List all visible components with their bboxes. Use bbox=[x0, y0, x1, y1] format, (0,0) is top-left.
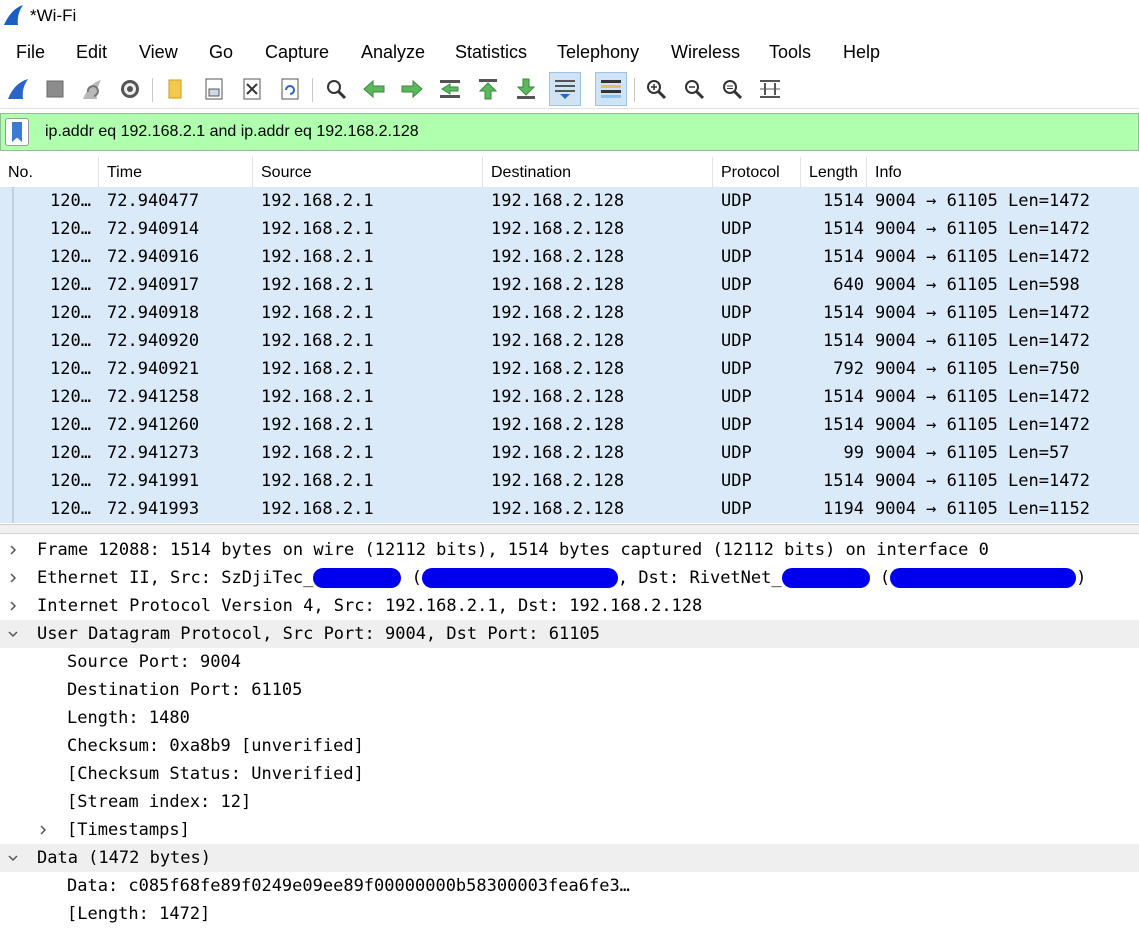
restart-capture-icon[interactable] bbox=[76, 72, 108, 106]
menu-tools[interactable]: Tools bbox=[769, 42, 811, 63]
packet-row[interactable]: 120… 72.940920 192.168.2.1 192.168.2.128 UDP… bbox=[0, 327, 1139, 355]
pane-splitter[interactable] bbox=[0, 524, 1139, 534]
chevron-down-icon[interactable] bbox=[5, 844, 21, 872]
redaction-mark bbox=[421, 568, 618, 588]
zoom-out-icon[interactable] bbox=[678, 72, 710, 106]
tree-item-udp[interactable]: User Datagram Protocol, Src Port: 9004, … bbox=[0, 620, 1139, 648]
packet-row[interactable]: 120… 72.940914 192.168.2.1 192.168.2.128 UDP… bbox=[0, 215, 1139, 243]
tree-item-field[interactable]: Data: c085f68fe89f0249e09ee89f00000000b5… bbox=[0, 872, 1139, 900]
chevron-right-icon[interactable] bbox=[35, 816, 51, 844]
column-header-protocol[interactable]: Protocol bbox=[713, 157, 801, 187]
packet-list-header: No. Time Source Destination Protocol Len… bbox=[0, 157, 1139, 188]
packet-list: 120… 72.940477 192.168.2.1 192.168.2.128 UDP… bbox=[0, 187, 1139, 523]
column-header-info[interactable]: Info bbox=[867, 157, 1139, 187]
menu-file[interactable]: File bbox=[16, 42, 45, 63]
chevron-down-icon[interactable] bbox=[5, 620, 21, 648]
column-header-destination[interactable]: Destination bbox=[483, 157, 713, 187]
packet-row[interactable]: 120… 72.941260 192.168.2.1 192.168.2.128 UDP… bbox=[0, 411, 1139, 439]
column-header-source[interactable]: Source bbox=[253, 157, 483, 187]
menu-analyze[interactable]: Analyze bbox=[361, 42, 425, 63]
packet-row[interactable]: 120… 72.940477 192.168.2.1 192.168.2.128 UDP… bbox=[0, 187, 1139, 215]
tree-item-field[interactable]: Destination Port: 61105 bbox=[0, 676, 1139, 704]
packet-row[interactable]: 120… 72.941993 192.168.2.1 192.168.2.128 UDP… bbox=[0, 495, 1139, 523]
menu-view[interactable]: View bbox=[139, 42, 178, 63]
colorize-icon[interactable] bbox=[595, 72, 627, 106]
display-filter-input[interactable] bbox=[37, 115, 1139, 149]
related-packets-bar bbox=[12, 187, 14, 523]
redaction-mark bbox=[313, 568, 402, 588]
shark-fin-start-icon[interactable] bbox=[2, 72, 34, 106]
resize-columns-icon[interactable] bbox=[754, 72, 786, 106]
save-file-icon[interactable] bbox=[198, 72, 230, 106]
tree-item-field[interactable]: [Length: 1472] bbox=[0, 900, 1139, 928]
tree-item-frame[interactable]: Frame 12088: 1514 bytes on wire (12112 b… bbox=[0, 536, 1139, 564]
menu-help[interactable]: Help bbox=[843, 42, 880, 63]
open-file-icon[interactable] bbox=[160, 72, 192, 106]
find-packet-icon[interactable] bbox=[320, 72, 352, 106]
packet-row[interactable]: 120… 72.940916 192.168.2.1 192.168.2.128 UDP… bbox=[0, 243, 1139, 271]
tree-item-timestamps[interactable]: [Timestamps] bbox=[0, 816, 1139, 844]
first-packet-icon[interactable] bbox=[472, 72, 504, 106]
tree-item-field[interactable]: [Checksum Status: Unverified] bbox=[0, 760, 1139, 788]
title-bar: *Wi-Fi bbox=[0, 0, 1139, 34]
go-forward-icon[interactable] bbox=[396, 72, 428, 106]
packet-row[interactable]: 120… 72.940918 192.168.2.1 192.168.2.128 UDP… bbox=[0, 299, 1139, 327]
menu-go[interactable]: Go bbox=[209, 42, 233, 63]
column-header-time[interactable]: Time bbox=[99, 157, 253, 187]
menu-capture[interactable]: Capture bbox=[265, 42, 329, 63]
tree-item-field[interactable]: [Stream index: 12] bbox=[0, 788, 1139, 816]
packet-row[interactable]: 120… 72.940921 192.168.2.1 192.168.2.128 UDP… bbox=[0, 355, 1139, 383]
menu-telephony[interactable]: Telephony bbox=[557, 42, 639, 63]
menu-statistics[interactable]: Statistics bbox=[455, 42, 527, 63]
zoom-in-icon[interactable] bbox=[640, 72, 672, 106]
column-header-no[interactable]: No. bbox=[0, 157, 99, 187]
stop-capture-icon[interactable] bbox=[39, 72, 71, 106]
tree-item-field[interactable]: Source Port: 9004 bbox=[0, 648, 1139, 676]
redaction-mark bbox=[781, 568, 870, 588]
display-filter-bar bbox=[0, 113, 1139, 151]
menu-edit[interactable]: Edit bbox=[76, 42, 107, 63]
wireshark-fin-icon bbox=[4, 5, 23, 25]
main-toolbar bbox=[0, 70, 1139, 109]
column-header-length[interactable]: Length bbox=[801, 157, 867, 187]
packet-row[interactable]: 120… 72.941273 192.168.2.1 192.168.2.128 UDP… bbox=[0, 439, 1139, 467]
chevron-right-icon[interactable] bbox=[5, 592, 21, 620]
window-title: *Wi-Fi bbox=[30, 6, 77, 25]
tree-item-data[interactable]: Data (1472 bytes) bbox=[0, 844, 1139, 872]
chevron-right-icon[interactable] bbox=[5, 536, 21, 564]
reload-file-icon[interactable] bbox=[274, 72, 306, 106]
capture-options-icon[interactable] bbox=[114, 72, 146, 106]
tree-item-ethernet[interactable]: Ethernet II, Src: SzDjiTec_ (, Dst: Rive… bbox=[0, 564, 1139, 592]
menu-bar: File Edit View Go Capture Analyze Statis… bbox=[0, 38, 1139, 68]
go-to-packet-icon[interactable] bbox=[434, 72, 466, 106]
filter-bookmark-icon[interactable] bbox=[5, 118, 29, 146]
close-file-icon[interactable] bbox=[236, 72, 268, 106]
tree-item-ip[interactable]: Internet Protocol Version 4, Src: 192.16… bbox=[0, 592, 1139, 620]
chevron-right-icon[interactable] bbox=[5, 564, 21, 592]
menu-wireless[interactable]: Wireless bbox=[671, 42, 740, 63]
redaction-mark bbox=[890, 568, 1077, 588]
packet-row[interactable]: 120… 72.941991 192.168.2.1 192.168.2.128 UDP… bbox=[0, 467, 1139, 495]
auto-scroll-icon[interactable] bbox=[549, 72, 581, 106]
tree-item-field[interactable]: Checksum: 0xa8b9 [unverified] bbox=[0, 732, 1139, 760]
packet-row[interactable]: 120… 72.941258 192.168.2.1 192.168.2.128 UDP… bbox=[0, 383, 1139, 411]
packet-row[interactable]: 120… 72.940917 192.168.2.1 192.168.2.128 UDP… bbox=[0, 271, 1139, 299]
go-back-icon[interactable] bbox=[358, 72, 390, 106]
last-packet-icon[interactable] bbox=[510, 72, 542, 106]
normal-size-icon[interactable] bbox=[716, 72, 748, 106]
tree-item-field[interactable]: Length: 1480 bbox=[0, 704, 1139, 732]
